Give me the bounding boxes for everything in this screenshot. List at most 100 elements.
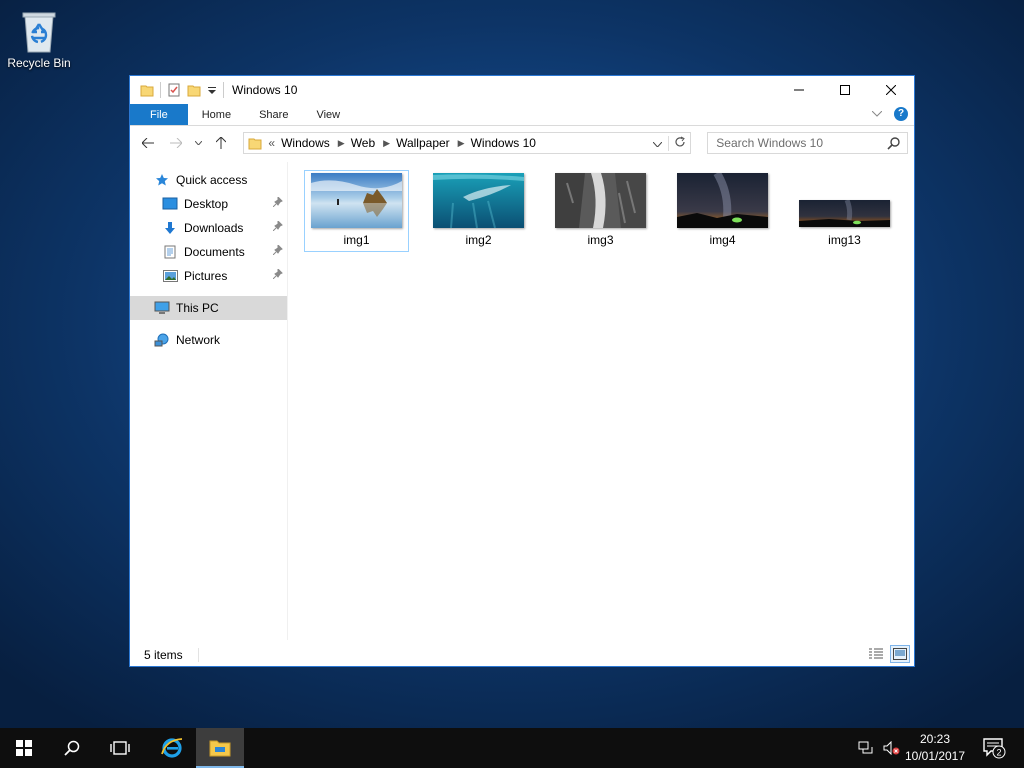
customize-qat-icon[interactable] (207, 83, 217, 97)
document-icon (162, 244, 178, 260)
pin-icon[interactable] (273, 245, 283, 255)
file-tile-img2[interactable]: img2 (426, 170, 531, 252)
taskbar: 20:23 10/01/2017 2 (0, 728, 1024, 768)
large-icons-view-button[interactable] (890, 645, 910, 663)
image-thumbnail (799, 200, 890, 227)
details-view-icon (869, 648, 883, 659)
minimize-icon (794, 89, 804, 91)
address-overflow[interactable]: « (268, 136, 275, 150)
file-name: img2 (465, 233, 492, 247)
nav-downloads[interactable]: Downloads (130, 216, 287, 240)
pin-icon[interactable] (273, 197, 283, 207)
new-folder-icon[interactable] (187, 83, 201, 97)
nav-quick-access[interactable]: Quick access (130, 168, 287, 192)
help-icon[interactable]: ? (894, 107, 908, 121)
image-thumbnail (555, 173, 646, 228)
forward-button[interactable] (164, 131, 188, 155)
network-status-button[interactable] (856, 741, 876, 755)
image-thumbnail (677, 173, 768, 228)
tab-file[interactable]: File (130, 104, 188, 125)
internet-explorer-button[interactable] (148, 728, 196, 768)
maximize-button[interactable] (822, 76, 868, 104)
forward-arrow-icon (169, 138, 182, 148)
tab-home[interactable]: Home (188, 104, 245, 125)
action-center-button[interactable]: 2 (972, 728, 1016, 768)
file-explorer-icon (209, 740, 231, 757)
windows-logo-icon (16, 740, 32, 756)
network-wired-icon (858, 741, 873, 754)
minimize-button[interactable] (776, 76, 822, 104)
internet-explorer-icon (161, 738, 183, 758)
star-icon (154, 172, 170, 188)
download-arrow-icon (162, 220, 178, 236)
address-bar[interactable]: « Windows ▶ Web ▶ Wallpaper ▶ Windows 10 (243, 132, 692, 154)
file-tile-img3[interactable]: img3 (548, 170, 653, 252)
address-row: « Windows ▶ Web ▶ Wallpaper ▶ Windows 10… (130, 126, 914, 160)
quick-access-toolbar (130, 82, 224, 98)
search-input[interactable]: Search Windows 10 (707, 132, 908, 154)
nav-label: Pictures (184, 269, 228, 283)
picture-icon (162, 268, 178, 284)
clock-date: 10/01/2017 (904, 749, 966, 763)
recent-locations-button[interactable] (192, 131, 206, 155)
clock[interactable]: 20:23 10/01/2017 (903, 731, 967, 765)
recycle-bin-shortcut[interactable]: Recycle Bin (4, 8, 74, 70)
pin-icon[interactable] (273, 269, 283, 279)
nav-label: This PC (176, 301, 219, 315)
file-tile-img4[interactable]: img4 (670, 170, 775, 252)
nav-desktop[interactable]: Desktop (130, 192, 287, 216)
expand-ribbon-icon[interactable] (872, 111, 882, 117)
nav-network[interactable]: Network (130, 328, 287, 352)
address-dropdown-button[interactable] (646, 136, 668, 150)
up-arrow-icon (216, 137, 227, 149)
nav-pictures[interactable]: Pictures (130, 264, 287, 288)
image-thumbnail (433, 173, 524, 228)
breadcrumb-windows-10[interactable]: Windows 10 (471, 136, 536, 150)
refresh-button[interactable] (668, 135, 690, 151)
volume-muted-icon (883, 741, 900, 755)
task-view-icon (110, 741, 130, 755)
image-thumbnail (311, 173, 402, 228)
up-button[interactable] (210, 131, 234, 155)
breadcrumb-windows[interactable]: Windows (281, 136, 330, 150)
volume-button[interactable] (882, 741, 902, 755)
refresh-icon (675, 136, 685, 146)
file-tile-img1[interactable]: img1 (304, 170, 409, 252)
file-tile-img13[interactable]: img13 (792, 170, 897, 252)
search-icon (887, 137, 900, 150)
start-button[interactable] (0, 728, 48, 768)
nav-this-pc[interactable]: This PC (130, 296, 287, 320)
nav-documents[interactable]: Documents (130, 240, 287, 264)
chevron-right-icon[interactable]: ▶ (383, 138, 390, 149)
tab-share[interactable]: Share (245, 104, 302, 125)
pin-icon[interactable] (273, 221, 283, 231)
chevron-down-icon (652, 141, 663, 148)
nav-label: Documents (184, 245, 245, 259)
search-placeholder: Search Windows 10 (716, 136, 824, 150)
close-button[interactable] (868, 76, 914, 104)
back-arrow-icon (141, 138, 154, 148)
task-view-button[interactable] (96, 728, 144, 768)
breadcrumb-web[interactable]: Web (351, 136, 375, 150)
file-name: img13 (828, 233, 861, 247)
search-button[interactable] (48, 728, 96, 768)
status-bar: 5 items (130, 644, 914, 666)
back-button[interactable] (136, 131, 160, 155)
clock-time: 20:23 (919, 732, 951, 746)
file-explorer-taskbar-button[interactable] (196, 728, 244, 768)
notification-count: 2 (996, 748, 1001, 758)
recycle-bin-label: Recycle Bin (7, 56, 71, 70)
chevron-right-icon[interactable]: ▶ (338, 138, 345, 149)
desktop-icon (162, 196, 178, 212)
chevron-right-icon[interactable]: ▶ (458, 138, 465, 149)
nav-label: Network (176, 333, 221, 347)
file-list: img1 img2 img3 img4 img13 (304, 170, 914, 640)
title-bar[interactable]: Windows 10 (130, 76, 914, 104)
breadcrumb-wallpaper[interactable]: Wallpaper (396, 136, 450, 150)
properties-icon[interactable] (167, 83, 181, 97)
details-view-button[interactable] (866, 645, 886, 663)
tab-view[interactable]: View (302, 104, 354, 125)
search-icon (64, 740, 80, 756)
file-explorer-window: Windows 10 File Home Share View ? « Wind… (129, 75, 915, 667)
